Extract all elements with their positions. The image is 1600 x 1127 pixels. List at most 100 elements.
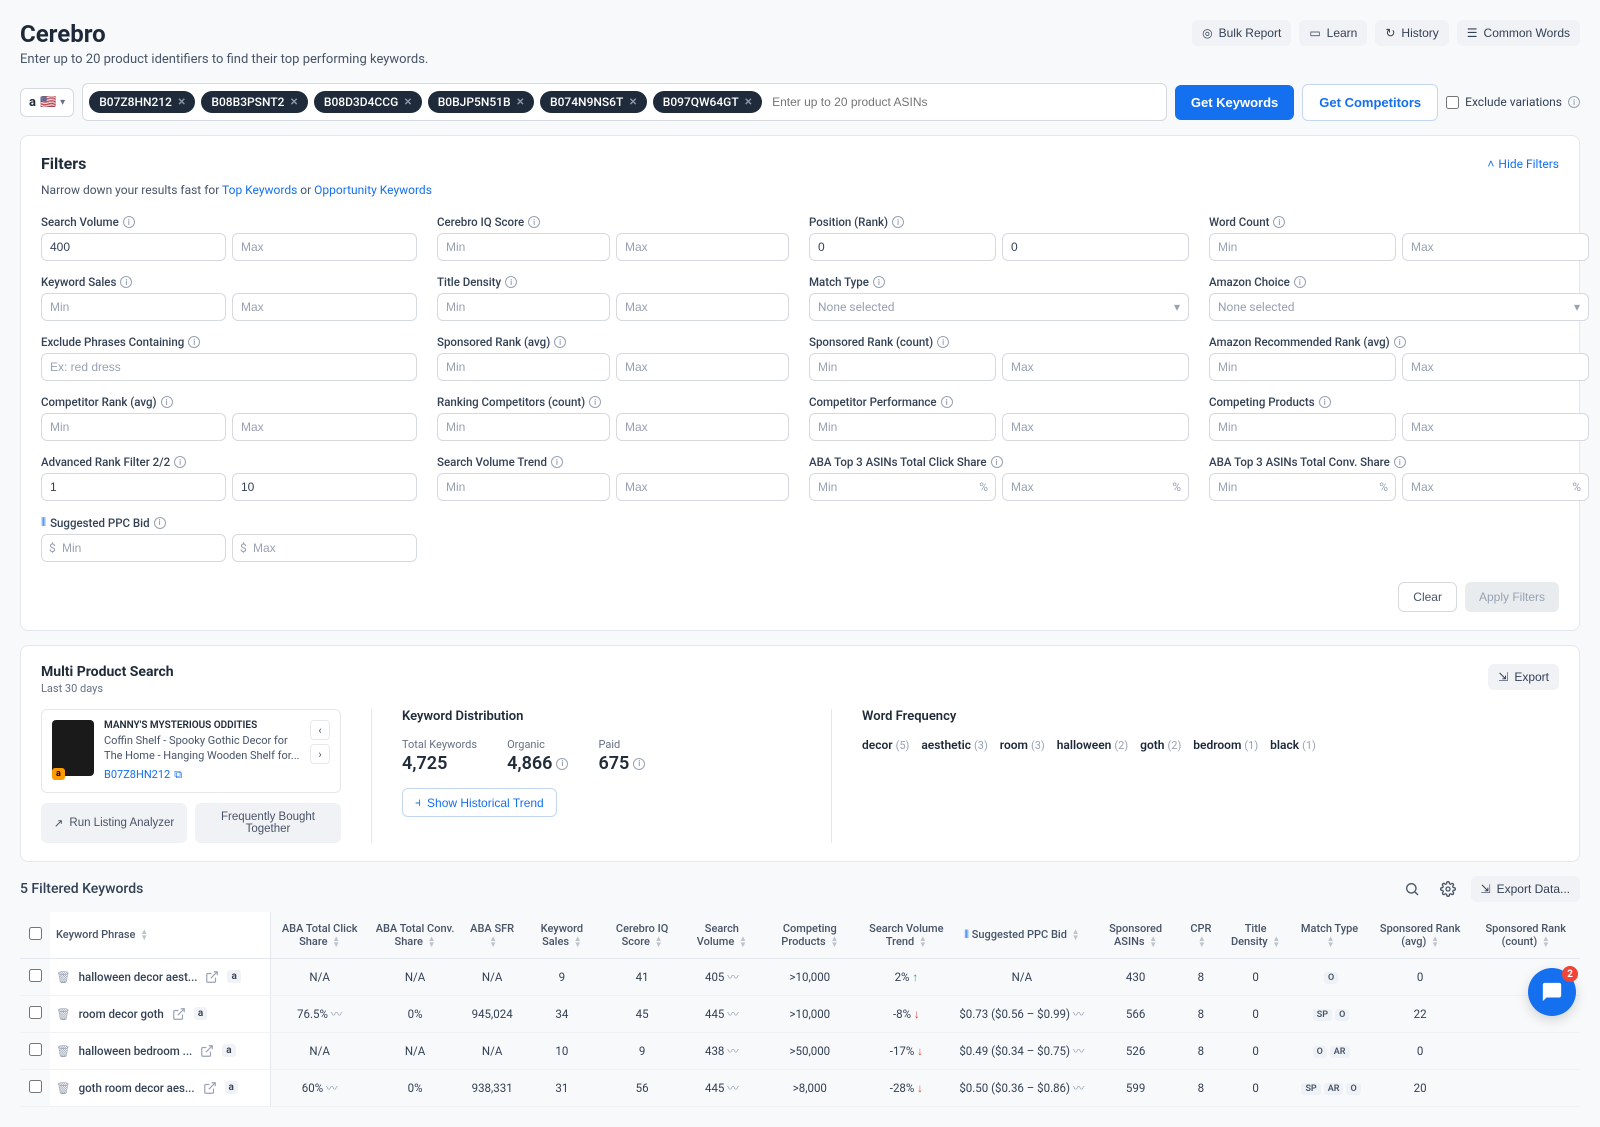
asin-chips[interactable]: B07Z8HN212×B08B3PSNT2×B08D3D4CCG×B0BJP5N…	[82, 83, 1167, 121]
get-competitors-button[interactable]: Get Competitors	[1302, 84, 1438, 121]
product-asin[interactable]: B07Z8HN212⧉	[104, 768, 300, 782]
column-header[interactable]: Search Volume ▲▼	[683, 912, 760, 959]
column-header[interactable]: Cerebro IQ Score ▲▼	[601, 912, 684, 959]
min-input[interactable]	[809, 353, 996, 381]
max-input[interactable]	[232, 233, 417, 261]
column-header[interactable]: Search Volume Trend ▲▼	[859, 912, 953, 959]
column-header[interactable]: ABA SFR ▲▼	[461, 912, 523, 959]
row-checkbox[interactable]	[29, 1043, 42, 1056]
row-checkbox[interactable]	[29, 1080, 42, 1093]
external-link-icon[interactable]	[172, 1007, 186, 1021]
max-input[interactable]	[232, 413, 417, 441]
chart-icon[interactable]: 〰	[326, 1081, 338, 1095]
column-header[interactable]: Keyword Phrase ▲▼	[50, 912, 270, 959]
min-input[interactable]	[437, 413, 610, 441]
min-input[interactable]	[41, 413, 226, 441]
max-input[interactable]	[232, 293, 417, 321]
remove-chip-icon[interactable]: ×	[404, 95, 411, 109]
external-link-icon[interactable]	[200, 1044, 214, 1058]
chart-icon[interactable]: 〰	[727, 1007, 739, 1021]
external-link-icon[interactable]	[203, 1081, 217, 1095]
clear-filters-button[interactable]: Clear	[1398, 582, 1457, 612]
max-input[interactable]	[1402, 413, 1589, 441]
next-product-button[interactable]: ›	[310, 744, 330, 764]
column-header[interactable]: ABA Total Conv. Share ▲▼	[369, 912, 462, 959]
freq-word[interactable]: aesthetic (3)	[921, 738, 987, 752]
min-input[interactable]	[437, 233, 610, 261]
amazon-badge[interactable]: a	[222, 1044, 235, 1057]
column-header[interactable]: ABA Total Click Share ▲▼	[270, 912, 369, 959]
column-header[interactable]: Competing Products ▲▼	[760, 912, 859, 959]
column-header[interactable]: CPR ▲▼	[1181, 912, 1221, 959]
settings-icon-button[interactable]	[1435, 876, 1461, 902]
column-header[interactable]: Keyword Sales ▲▼	[523, 912, 601, 959]
get-keywords-button[interactable]: Get Keywords	[1175, 85, 1294, 120]
remove-chip-icon[interactable]: ×	[745, 95, 752, 109]
search-icon-button[interactable]	[1399, 876, 1425, 902]
select-all-checkbox[interactable]	[29, 927, 42, 940]
text-input[interactable]	[41, 353, 417, 381]
top-keywords-link[interactable]: Top Keywords	[222, 183, 297, 197]
min-input[interactable]	[41, 233, 226, 261]
history-button[interactable]: ↻History	[1375, 20, 1448, 46]
max-input[interactable]	[1402, 353, 1589, 381]
keyword-text[interactable]: halloween decor aest...	[79, 970, 198, 984]
chart-icon[interactable]: 〰	[1073, 1007, 1085, 1021]
row-checkbox[interactable]	[29, 1006, 42, 1019]
min-input[interactable]	[809, 413, 996, 441]
max-input[interactable]	[232, 473, 417, 501]
remove-chip-icon[interactable]: ×	[517, 95, 524, 109]
min-input[interactable]	[41, 473, 226, 501]
freq-word[interactable]: bedroom (1)	[1193, 738, 1258, 752]
select-input[interactable]: None selected▾	[809, 293, 1189, 321]
external-link-icon[interactable]	[205, 970, 219, 984]
frequently-bought-button[interactable]: Frequently Bought Together	[195, 803, 341, 843]
freq-word[interactable]: black (1)	[1270, 738, 1316, 752]
column-header[interactable]: Sponsored Rank (avg) ▲▼	[1369, 912, 1472, 959]
amazon-badge[interactable]: a	[225, 1081, 238, 1094]
max-input[interactable]	[1002, 473, 1189, 501]
delete-icon[interactable]: 🗑	[56, 1081, 71, 1095]
max-input[interactable]	[1402, 233, 1589, 261]
chat-fab[interactable]: 2	[1528, 968, 1576, 1016]
row-checkbox[interactable]	[29, 969, 42, 982]
chart-icon[interactable]: 〰	[1073, 1044, 1085, 1058]
chart-icon[interactable]: 〰	[727, 1044, 739, 1058]
column-header[interactable]: Sponsored ASINs ▲▼	[1090, 912, 1180, 959]
keyword-text[interactable]: goth room decor aes...	[79, 1081, 195, 1095]
export-data-button[interactable]: ⇲Export Data...	[1471, 876, 1580, 902]
keyword-text[interactable]: halloween bedroom ...	[79, 1044, 193, 1058]
marketplace-selector[interactable]: a 🇺🇸 ▾	[20, 88, 74, 117]
amazon-badge[interactable]: a	[227, 970, 240, 983]
max-input[interactable]	[616, 293, 789, 321]
min-input[interactable]	[1209, 473, 1396, 501]
max-input[interactable]	[616, 353, 789, 381]
amazon-badge[interactable]: a	[194, 1007, 207, 1020]
max-input[interactable]	[616, 233, 789, 261]
remove-chip-icon[interactable]: ×	[629, 95, 636, 109]
remove-chip-icon[interactable]: ×	[290, 95, 297, 109]
freq-word[interactable]: decor (5)	[862, 738, 909, 752]
select-input[interactable]: None selected▾	[1209, 293, 1589, 321]
delete-icon[interactable]: 🗑	[56, 970, 71, 984]
min-input[interactable]	[41, 293, 226, 321]
max-input[interactable]	[1002, 353, 1189, 381]
min-input[interactable]	[809, 473, 996, 501]
min-input[interactable]	[1209, 353, 1396, 381]
max-input[interactable]	[232, 534, 417, 562]
min-input[interactable]	[41, 534, 226, 562]
min-input[interactable]	[809, 233, 996, 261]
asin-input[interactable]	[768, 91, 1160, 113]
chart-icon[interactable]: 〰	[1073, 1081, 1085, 1095]
run-listing-analyzer-button[interactable]: ↗Run Listing Analyzer	[41, 803, 187, 843]
min-input[interactable]	[437, 353, 610, 381]
hide-filters-toggle[interactable]: ˄Hide Filters	[1487, 157, 1559, 171]
column-header[interactable]: ⦀ Suggested PPC Bid ▲▼	[953, 912, 1090, 959]
freq-word[interactable]: room (3)	[1000, 738, 1045, 752]
chart-icon[interactable]: 〰	[331, 1007, 343, 1021]
column-header[interactable]: Title Density ▲▼	[1221, 912, 1290, 959]
max-input[interactable]	[1002, 413, 1189, 441]
chart-icon[interactable]: 〰	[727, 1081, 739, 1095]
remove-chip-icon[interactable]: ×	[178, 95, 185, 109]
max-input[interactable]	[1002, 233, 1189, 261]
